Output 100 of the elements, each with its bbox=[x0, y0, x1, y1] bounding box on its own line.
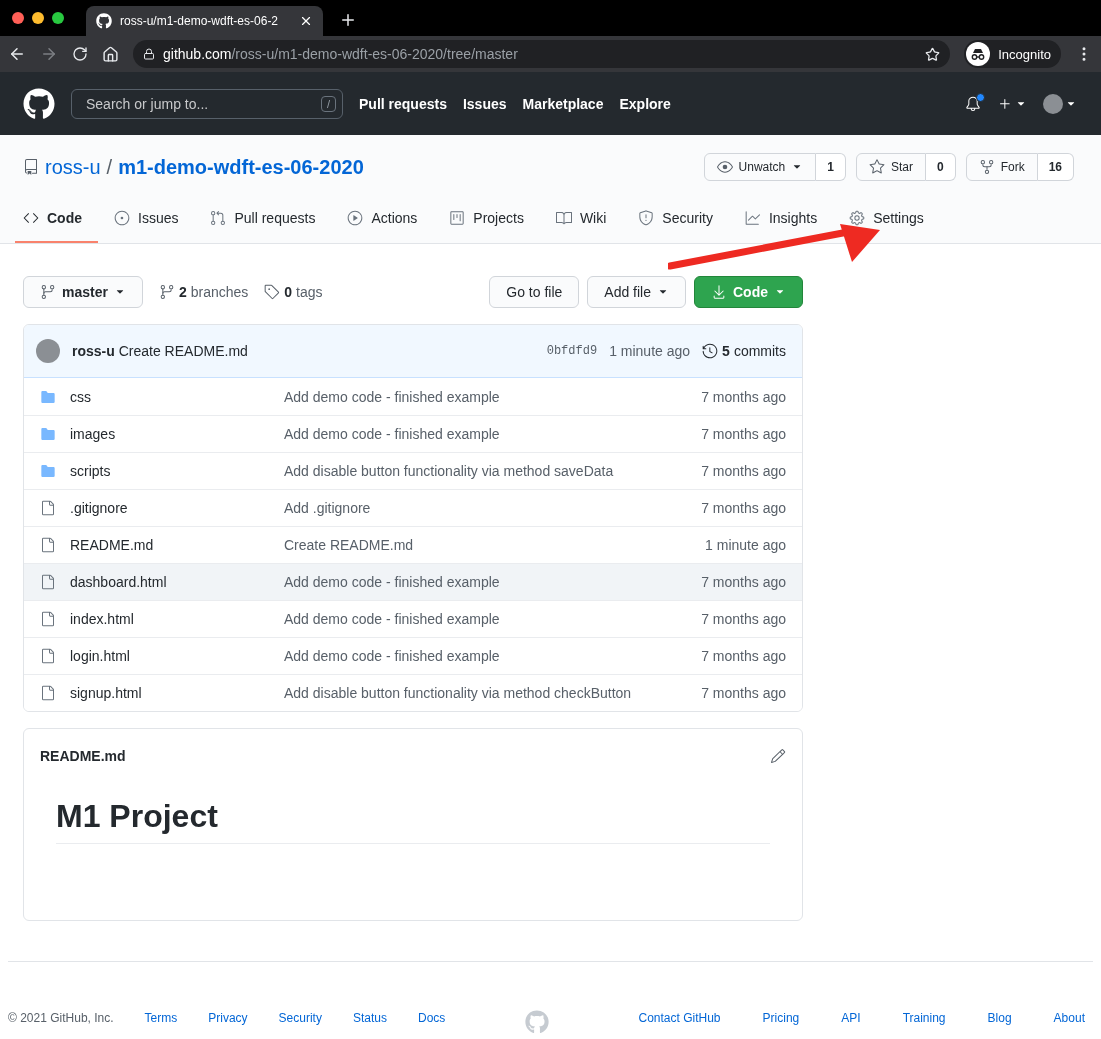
social-count[interactable]: 0 bbox=[925, 153, 956, 181]
file-name-link[interactable]: images bbox=[70, 426, 284, 442]
pencil-icon[interactable] bbox=[770, 747, 786, 764]
file-time: 1 minute ago bbox=[705, 537, 786, 553]
social-count[interactable]: 1 bbox=[816, 153, 846, 181]
repo-tab[interactable]: Settings bbox=[841, 195, 940, 243]
repo-tab[interactable]: Wiki bbox=[547, 195, 623, 243]
footer-link[interactable]: Privacy bbox=[208, 1011, 248, 1025]
avatar bbox=[1043, 93, 1063, 114]
close-window-icon[interactable] bbox=[12, 12, 24, 24]
profile-button[interactable]: Incognito bbox=[964, 40, 1061, 68]
repo-tab[interactable]: Security bbox=[630, 195, 729, 243]
settings-icon bbox=[849, 210, 866, 226]
commit-message-link[interactable]: Add disable button functionality via method saveData bbox=[284, 463, 702, 479]
path-separator: / bbox=[106, 155, 113, 179]
shield-icon bbox=[638, 210, 655, 226]
reload-icon[interactable] bbox=[72, 46, 88, 62]
commit-message-link[interactable]: Add demo code - finished example bbox=[284, 648, 702, 664]
file-row[interactable]: dashboard.html Add demo code - finished example 7 months ago bbox=[24, 563, 802, 600]
browser-tab[interactable]: ross-u/m1-demo-wdft-es-06-2 bbox=[86, 6, 323, 36]
commits-link[interactable]: 5 commits bbox=[702, 343, 786, 359]
header-nav-link[interactable]: Issues bbox=[462, 95, 507, 112]
download-icon bbox=[711, 284, 727, 300]
footer-link[interactable]: Blog bbox=[987, 1011, 1012, 1025]
back-icon[interactable] bbox=[8, 45, 26, 63]
commit-message-link[interactable]: Create README.md bbox=[284, 537, 706, 553]
repo-tab[interactable]: Insights bbox=[736, 195, 834, 243]
file-name-link[interactable]: css bbox=[70, 388, 284, 405]
file-name-link[interactable]: scripts bbox=[70, 463, 284, 479]
repo-owner-link[interactable]: ross-u bbox=[45, 155, 101, 179]
branches-link[interactable]: 2 branches bbox=[158, 284, 249, 300]
play-icon bbox=[347, 210, 364, 226]
commit-message-link[interactable]: Add demo code - finished example bbox=[284, 574, 702, 590]
go-to-file-button[interactable]: Go to file bbox=[489, 276, 580, 308]
file-time: 7 months ago bbox=[701, 685, 786, 701]
copyright-text: © 2021 GitHub, Inc. bbox=[8, 1011, 114, 1025]
repo-tab[interactable]: Pull requests bbox=[202, 195, 332, 243]
commit-message-link[interactable]: Add demo code - finished example bbox=[284, 388, 702, 405]
file-name-link[interactable]: index.html bbox=[70, 611, 284, 627]
header-nav-link[interactable]: Marketplace bbox=[522, 95, 604, 112]
file-name-link[interactable]: dashboard.html bbox=[70, 574, 284, 590]
file-name-link[interactable]: .gitignore bbox=[70, 500, 284, 516]
commit-message-link[interactable]: Add disable button functionality via method checkButton bbox=[284, 685, 702, 701]
readme-filename: README.md bbox=[40, 747, 126, 764]
repo-action-button[interactable]: Star bbox=[855, 153, 926, 181]
branch-icon bbox=[40, 284, 56, 300]
file-name-link[interactable]: login.html bbox=[70, 648, 284, 664]
search-field[interactable]: Search or jump to... bbox=[84, 94, 321, 113]
commit-message-link[interactable]: Add demo code - finished example bbox=[284, 426, 702, 442]
footer-link[interactable]: Status bbox=[352, 1011, 387, 1025]
repo-tab[interactable]: Actions bbox=[339, 195, 434, 243]
project-board-icon bbox=[449, 210, 466, 226]
forward-icon[interactable] bbox=[40, 45, 58, 63]
footer-link[interactable]: Security bbox=[278, 1011, 322, 1025]
code-icon bbox=[23, 210, 39, 226]
branch-select-button[interactable]: master bbox=[23, 276, 143, 308]
social-count[interactable]: 16 bbox=[1037, 153, 1074, 181]
star-icon[interactable] bbox=[925, 46, 941, 62]
repo-tab[interactable]: Issues bbox=[106, 195, 195, 243]
file-time: 7 months ago bbox=[701, 426, 786, 442]
repo-name-link[interactable]: m1-demo-wdft-es-06-2020 bbox=[118, 155, 364, 179]
footer-link[interactable]: Docs bbox=[417, 1011, 446, 1025]
footer-link[interactable]: Pricing bbox=[762, 1011, 800, 1025]
pull-request-icon bbox=[210, 210, 227, 226]
address-bar[interactable]: github.com/ross-u/m1-demo-wdft-es-06-2020/tree/master bbox=[133, 40, 951, 68]
issue-icon bbox=[114, 210, 130, 226]
commit-hash-link[interactable]: 0bfdfd9 bbox=[546, 344, 598, 358]
file-time: 7 months ago bbox=[701, 648, 786, 664]
footer-link[interactable]: About bbox=[1053, 1011, 1085, 1025]
new-tab-icon[interactable] bbox=[339, 11, 357, 29]
file-row[interactable]: signup.html Add disable button functionality via method checkButton 7 months ago bbox=[24, 674, 802, 711]
home-icon[interactable] bbox=[102, 45, 119, 63]
footer-link[interactable]: Terms bbox=[144, 1011, 178, 1025]
close-icon[interactable] bbox=[299, 14, 313, 28]
header-nav-link[interactable]: Pull requests bbox=[359, 95, 447, 112]
file-time: 7 months ago bbox=[701, 388, 786, 405]
eye-icon bbox=[716, 159, 733, 175]
repo-action-button[interactable]: Unwatch bbox=[703, 153, 817, 181]
incognito-icon bbox=[966, 42, 991, 66]
history-icon bbox=[702, 343, 719, 359]
maximize-window-icon[interactable] bbox=[52, 12, 64, 24]
file-name-link[interactable]: README.md bbox=[70, 537, 284, 553]
repo-action-button[interactable]: Fork bbox=[965, 153, 1038, 181]
repo-tab[interactable]: Code bbox=[15, 195, 98, 243]
file-name-link[interactable]: signup.html bbox=[70, 685, 284, 701]
commit-message-link[interactable]: Add demo code - finished example bbox=[284, 611, 702, 627]
footer-link[interactable]: Contact GitHub bbox=[638, 1011, 721, 1025]
footer-link[interactable]: Training bbox=[902, 1011, 946, 1025]
footer-link[interactable]: API bbox=[841, 1011, 861, 1025]
github-logo-icon[interactable] bbox=[23, 87, 55, 120]
file-time: 7 months ago bbox=[701, 611, 786, 627]
search-box[interactable]: Search or jump to... / bbox=[71, 88, 343, 119]
tags-link[interactable]: 0 tags bbox=[264, 284, 323, 300]
repo-tab[interactable]: Projects bbox=[441, 195, 540, 243]
profile-menu-button[interactable] bbox=[1043, 93, 1077, 114]
branch-icon bbox=[158, 284, 175, 300]
header-nav-link[interactable]: Explore bbox=[619, 95, 671, 112]
add-file-button[interactable]: Add file bbox=[587, 276, 686, 308]
commit-message-link[interactable]: Add .gitignore bbox=[284, 500, 702, 516]
minimize-window-icon[interactable] bbox=[32, 12, 44, 24]
